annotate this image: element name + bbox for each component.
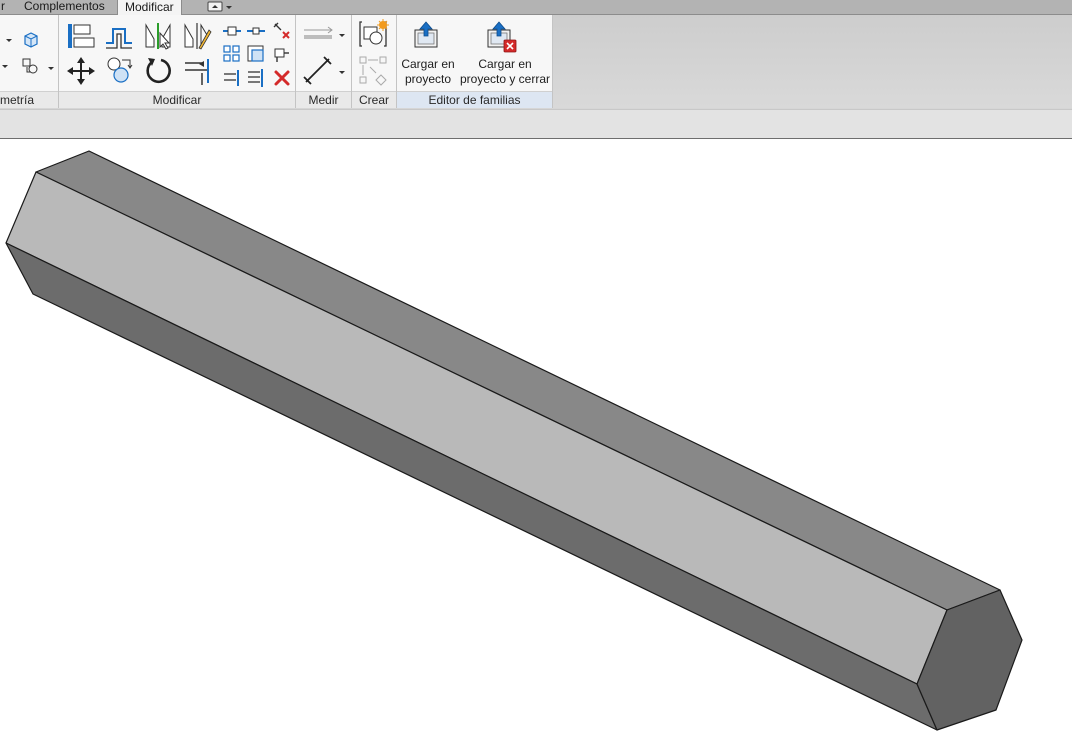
panel-label-geometria: metría: [0, 91, 58, 108]
panel-label-modificar: Modificar: [59, 91, 295, 108]
split-element-icon[interactable]: [222, 22, 242, 40]
cut-geometry-icon[interactable]: [22, 31, 40, 49]
create-similar-icon[interactable]: [358, 18, 390, 50]
dropdown-arrow-icon[interactable]: [46, 63, 56, 73]
scale-icon[interactable]: [246, 44, 266, 64]
ribbon-empty-area: [553, 15, 1072, 108]
aligned-dimension-icon[interactable]: [302, 55, 334, 87]
load-into-project-icon[interactable]: [412, 20, 442, 50]
tab-modificar[interactable]: Modificar: [117, 0, 182, 15]
prism-top-face[interactable]: [35, 150, 1001, 611]
rotate-icon[interactable]: [143, 55, 175, 87]
ribbon: metría Modificar Medir Crear Cargar en p…: [0, 15, 1072, 109]
panel-modificar: Modificar: [59, 15, 296, 108]
mirror-draw-axis-icon[interactable]: [182, 21, 212, 51]
tab-complementos[interactable]: Complementos: [24, 0, 105, 14]
trim-extend-icon[interactable]: [182, 55, 214, 87]
load-into-project-label-line1[interactable]: Cargar en: [399, 57, 457, 71]
delete-icon[interactable]: [273, 69, 291, 87]
drawing-area[interactable]: [0, 139, 1072, 743]
panel-label-editor-de-familias: Editor de familias: [397, 91, 552, 108]
dropdown-arrow-icon[interactable]: [0, 61, 10, 71]
ribbon-tab-bar: r Complementos Modificar: [0, 0, 1072, 15]
panel-toggle-icon[interactable]: [206, 1, 234, 13]
mirror-pick-axis-icon[interactable]: [143, 21, 173, 51]
trim-multiple-icon[interactable]: [222, 68, 242, 88]
array-icon[interactable]: [222, 44, 242, 64]
trim-extend-multiple-icon[interactable]: [246, 68, 266, 88]
copy-icon[interactable]: [104, 55, 134, 85]
prism-bottom-face[interactable]: [5, 242, 938, 731]
dropdown-arrow-icon[interactable]: [337, 67, 347, 77]
measure-between-references-icon[interactable]: [302, 25, 334, 43]
dropdown-arrow-icon[interactable]: [337, 30, 347, 40]
panel-crear: Crear: [352, 15, 397, 108]
align-icon[interactable]: [65, 21, 95, 51]
panel-geometria: metría: [0, 15, 59, 108]
split-gap-icon[interactable]: [246, 22, 266, 40]
load-into-project-label-line2[interactable]: proyecto: [399, 72, 457, 86]
options-bar: [0, 109, 1072, 139]
unpin-icon[interactable]: [271, 20, 291, 40]
load-into-project-and-close-label-line1[interactable]: Cargar en: [459, 57, 551, 71]
panel-label-medir: Medir: [296, 91, 351, 108]
offset-icon[interactable]: [103, 21, 135, 51]
panel-label-crear: Crear: [352, 91, 396, 108]
prism-front-face[interactable]: [5, 171, 948, 685]
join-geometry-icon[interactable]: [21, 57, 41, 75]
load-into-project-and-close-icon[interactable]: [485, 20, 519, 54]
panel-medir: Medir: [296, 15, 352, 108]
load-into-project-and-close-label-line2[interactable]: proyecto y cerrar: [459, 72, 551, 86]
dropdown-arrow-icon[interactable]: [4, 35, 14, 45]
create-group-icon: [358, 55, 390, 87]
tab-partial[interactable]: r: [1, 0, 5, 14]
move-icon[interactable]: [65, 55, 97, 87]
panel-editor-de-familias: Cargar en proyecto Cargar en proyecto y …: [397, 15, 553, 108]
hexagonal-prism[interactable]: [0, 139, 1072, 743]
pin-icon[interactable]: [271, 44, 291, 64]
